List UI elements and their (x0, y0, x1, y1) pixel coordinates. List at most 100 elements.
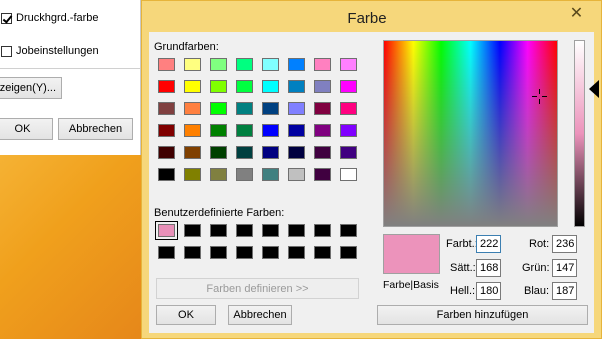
desktop-background (0, 155, 141, 339)
basic-color-swatch[interactable] (236, 58, 253, 71)
cancel-button[interactable]: Abbrechen (228, 305, 292, 325)
sat-field[interactable]: 168 (476, 259, 501, 277)
custom-color-swatch[interactable] (314, 224, 331, 237)
job-settings-checkbox[interactable] (1, 46, 12, 57)
red-field[interactable]: 236 (552, 235, 577, 253)
hue-field[interactable]: 222 (476, 235, 501, 253)
custom-color-swatch[interactable] (236, 224, 253, 237)
green-field[interactable]: 147 (552, 259, 577, 277)
basic-color-swatch[interactable] (158, 80, 175, 93)
basic-colors-label: Grundfarben: (154, 41, 219, 53)
close-icon[interactable]: ✕ (557, 5, 596, 24)
lum-label: Hell.: (450, 285, 476, 297)
basic-color-swatch[interactable] (288, 102, 305, 115)
custom-color-swatch[interactable] (210, 246, 227, 259)
custom-color-swatch[interactable] (262, 224, 279, 237)
luminosity-slider[interactable] (574, 40, 585, 227)
custom-color-swatch[interactable] (288, 246, 305, 259)
custom-color-swatch[interactable] (184, 246, 201, 259)
basic-color-swatch[interactable] (210, 58, 227, 71)
basic-color-swatch[interactable] (236, 124, 253, 137)
title-bar: Farbe ✕ (142, 1, 601, 35)
basic-color-swatch[interactable] (314, 80, 331, 93)
basic-color-swatch[interactable] (288, 124, 305, 137)
custom-color-swatch[interactable] (210, 224, 227, 237)
basic-color-swatch[interactable] (236, 146, 253, 159)
hue-label: Farbt.: (446, 238, 478, 250)
color-preview (383, 234, 440, 274)
basic-color-swatch[interactable] (314, 124, 331, 137)
basic-color-swatch[interactable] (288, 168, 305, 181)
color-spectrum[interactable] (383, 40, 558, 227)
custom-color-swatch[interactable] (262, 246, 279, 259)
add-colors-button[interactable]: Farben hinzufügen (377, 305, 588, 325)
red-label: Rot: (529, 238, 550, 250)
basic-color-swatch[interactable] (262, 80, 279, 93)
basic-color-swatch[interactable] (210, 146, 227, 159)
custom-color-swatch[interactable] (288, 224, 305, 237)
basic-color-swatch[interactable] (210, 124, 227, 137)
basic-color-swatch[interactable] (184, 58, 201, 71)
background-ok-button[interactable]: OK (0, 118, 53, 140)
basic-color-swatch[interactable] (262, 168, 279, 181)
basic-color-swatch[interactable] (340, 58, 357, 71)
show-button[interactable]: zeigen(Y)... (0, 77, 62, 99)
blue-field[interactable]: 187 (552, 282, 577, 300)
custom-color-swatch[interactable] (236, 246, 253, 259)
basic-color-swatch[interactable] (340, 80, 357, 93)
blue-label: Blau: (524, 285, 550, 297)
basic-color-swatch[interactable] (262, 102, 279, 115)
custom-color-swatch[interactable] (314, 246, 331, 259)
custom-color-swatch[interactable] (158, 246, 175, 259)
basic-color-swatch[interactable] (184, 146, 201, 159)
basic-color-swatch[interactable] (210, 168, 227, 181)
define-colors-button[interactable]: Farben definieren >> (156, 278, 359, 299)
basic-color-swatch[interactable] (262, 124, 279, 137)
basic-color-swatch[interactable] (262, 58, 279, 71)
print-color-label: Druckhgrd.-farbe (16, 12, 99, 24)
luminosity-arrow-icon[interactable] (589, 80, 599, 98)
ok-button[interactable]: OK (156, 305, 216, 325)
basic-color-swatch[interactable] (340, 102, 357, 115)
background-cancel-button[interactable]: Abbrechen (58, 118, 133, 140)
basic-color-swatch[interactable] (158, 102, 175, 115)
basic-color-swatch[interactable] (314, 146, 331, 159)
basic-color-swatch[interactable] (236, 102, 253, 115)
dialog-client-area: Grundfarben: Benutzerdefinierte Farben: … (149, 32, 599, 333)
basic-color-swatch[interactable] (288, 58, 305, 71)
basic-color-swatch[interactable] (210, 102, 227, 115)
basic-color-swatch[interactable] (262, 146, 279, 159)
basic-color-swatch[interactable] (158, 168, 175, 181)
basic-color-swatch[interactable] (288, 146, 305, 159)
custom-color-swatch[interactable] (184, 224, 201, 237)
basic-color-swatch[interactable] (184, 80, 201, 93)
color-solid-label: Farbe|Basis (383, 279, 439, 291)
basic-color-swatch[interactable] (184, 124, 201, 137)
custom-color-swatch[interactable] (340, 246, 357, 259)
basic-color-swatch[interactable] (340, 146, 357, 159)
color-dialog: Farbe ✕ Grundfarben: Benutzerdefinierte … (141, 0, 602, 339)
crosshair-icon (532, 89, 547, 104)
basic-color-swatch[interactable] (288, 80, 305, 93)
basic-color-swatch[interactable] (236, 80, 253, 93)
custom-colors-label: Benutzerdefinierte Farben: (154, 207, 285, 219)
job-settings-label: Jobeinstellungen (16, 45, 99, 57)
basic-color-swatch[interactable] (314, 168, 331, 181)
basic-color-swatch[interactable] (236, 168, 253, 181)
basic-color-swatch[interactable] (158, 124, 175, 137)
basic-color-swatch[interactable] (210, 80, 227, 93)
basic-color-swatch[interactable] (314, 102, 331, 115)
basic-color-swatch[interactable] (158, 58, 175, 71)
basic-color-swatch[interactable] (340, 124, 357, 137)
print-color-checkbox[interactable] (1, 13, 12, 24)
lum-field[interactable]: 180 (476, 282, 501, 300)
basic-color-swatch[interactable] (184, 102, 201, 115)
dialog-title: Farbe (347, 10, 387, 27)
basic-color-swatch[interactable] (314, 58, 331, 71)
basic-color-swatch[interactable] (158, 146, 175, 159)
custom-color-swatch[interactable] (155, 221, 178, 240)
basic-color-swatch[interactable] (340, 168, 357, 181)
green-label: Grün: (522, 262, 550, 274)
custom-color-swatch[interactable] (340, 224, 357, 237)
basic-color-swatch[interactable] (184, 168, 201, 181)
